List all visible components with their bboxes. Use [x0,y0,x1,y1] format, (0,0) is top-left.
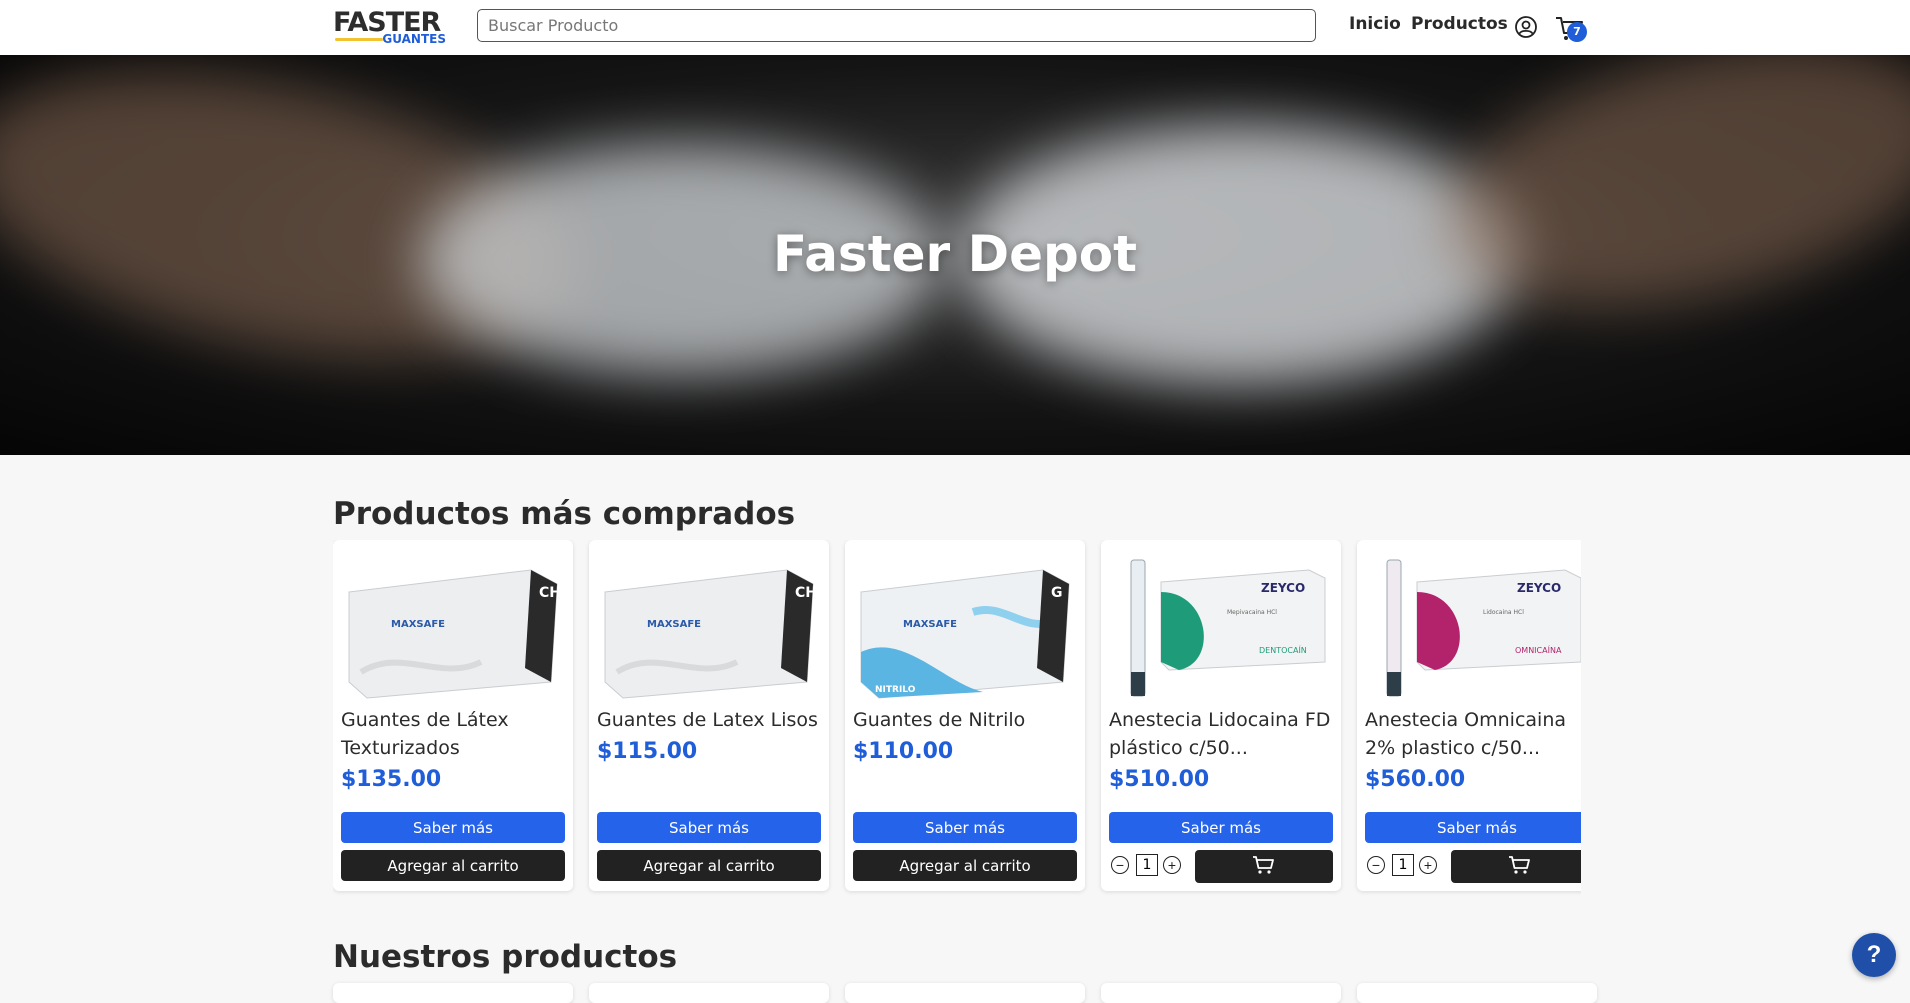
hero-title: Faster Depot [772,225,1138,283]
hero-banner: Faster Depot [0,55,1910,455]
cart-icon [1509,856,1530,874]
product-name[interactable]: Guantes de Latex Lisos [597,706,825,734]
search-input[interactable] [477,9,1316,42]
section-title-catalog: Nuestros productos [333,939,678,975]
saber-mas-button[interactable]: Saber más [853,812,1077,843]
product-card[interactable] [333,983,573,1003]
nav-link-inicio[interactable]: Inicio [1349,14,1401,34]
featured-products-carousel[interactable]: CH MAXSAFE Guantes de Látex Texturizados… [333,540,1581,900]
box-brand-label: ZEYCO [1517,581,1561,595]
top-navbar: FASTER GUANTES Inicio Productos 7 [0,0,1910,55]
product-card[interactable]: CH MAXSAFE Guantes de Látex Texturizados… [333,540,573,891]
product-image[interactable]: CH MAXSAFE [341,552,565,700]
product-card[interactable]: ZEYCO Mepivacaina HCl DENTOCAÍN Anesteci… [1101,540,1341,891]
product-name[interactable]: Guantes de Nitrilo [853,706,1081,734]
cart-icon [1253,856,1274,874]
add-to-cart-button[interactable] [1451,850,1581,883]
add-to-cart-button[interactable]: Agregar al carrito [853,850,1077,881]
box-brand-label: ZEYCO [1261,581,1305,595]
logo-underline [335,38,383,41]
increase-quantity-button[interactable]: + [1163,856,1181,874]
logo-sub-text: GUANTES [382,32,446,46]
nav-link-productos[interactable]: Productos [1411,14,1508,34]
product-price: $135.00 [341,767,442,792]
saber-mas-button[interactable]: Saber más [1365,812,1581,843]
product-card[interactable] [845,983,1085,1003]
product-card[interactable] [589,983,829,1003]
product-price: $115.00 [597,739,698,764]
help-button[interactable]: ? [1852,933,1896,977]
box-brand-label: MAXSAFE [647,619,701,630]
box-product-label: OMNICAÍNA [1515,644,1562,655]
box-brand-label: MAXSAFE [391,619,445,630]
box-size-label: CH [539,585,561,601]
box-size-label: CH [795,585,817,601]
product-card[interactable] [1101,983,1341,1003]
product-price: $510.00 [1109,767,1210,792]
saber-mas-button[interactable]: Saber más [341,812,565,843]
product-price: $560.00 [1365,767,1466,792]
decrease-quantity-button[interactable]: − [1111,856,1129,874]
add-to-cart-button[interactable]: Agregar al carrito [341,850,565,881]
quantity-input[interactable] [1136,854,1158,876]
product-price: $110.00 [853,739,954,764]
product-card[interactable]: ZEYCO Lidocaina HCl OMNICAÍNA Anestecia … [1357,540,1581,891]
product-image[interactable]: ZEYCO Mepivacaina HCl DENTOCAÍN [1109,552,1333,700]
increase-quantity-button[interactable]: + [1419,856,1437,874]
user-icon[interactable] [1514,15,1538,39]
product-image[interactable]: CH MAXSAFE [597,552,821,700]
quantity-input[interactable] [1392,854,1414,876]
product-card[interactable]: G MAXSAFE NITRILO Guantes de Nitrilo $11… [845,540,1085,891]
add-to-cart-button[interactable] [1195,850,1333,883]
box-brand-label: MAXSAFE [903,619,957,630]
cart-count-badge: 7 [1567,22,1587,42]
product-image[interactable]: G MAXSAFE NITRILO [853,552,1077,700]
box-line-label: Lidocaina HCl [1483,609,1524,616]
product-name[interactable]: Anestecia Lidocaina FD plástico c/50... [1109,706,1337,762]
product-card[interactable] [1357,983,1597,1003]
section-title-featured: Productos más comprados [333,496,796,532]
saber-mas-button[interactable]: Saber más [1109,812,1333,843]
box-line-label: Mepivacaina HCl [1227,609,1277,616]
decrease-quantity-button[interactable]: − [1367,856,1385,874]
box-size-label: G [1051,585,1063,601]
product-image[interactable]: ZEYCO Lidocaina HCl OMNICAÍNA [1365,552,1581,700]
product-name[interactable]: Anestecia Omnicaina 2% plastico c/50... [1365,706,1581,762]
box-product-label: DENTOCAÍN [1259,644,1307,655]
brand-logo[interactable]: FASTER GUANTES [333,8,448,47]
box-tag-label: NITRILO [875,685,916,695]
product-name[interactable]: Guantes de Látex Texturizados [341,706,569,762]
add-to-cart-button[interactable]: Agregar al carrito [597,850,821,881]
product-card[interactable]: CH MAXSAFE Guantes de Latex Lisos $115.0… [589,540,829,891]
saber-mas-button[interactable]: Saber más [597,812,821,843]
